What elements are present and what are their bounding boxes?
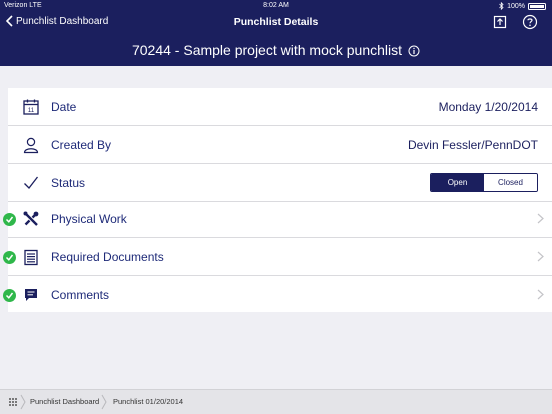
created-by-row: Created By Devin Fessler/PennDOT (8, 126, 552, 164)
breadcrumb: Punchlist Dashboard Punchlist 01/20/2014 (0, 389, 552, 414)
breadcrumb-item-dashboard[interactable]: Punchlist Dashboard (30, 397, 99, 406)
section-row-physical-work[interactable]: Physical Work (3, 200, 552, 238)
battery-indicator: 100% (499, 2, 546, 10)
breadcrumb-item-punchlist[interactable]: Punchlist 01/20/2014 (113, 397, 183, 406)
project-title: 70244 - Sample project with mock punchli… (131, 42, 403, 58)
status-row: Status Open Closed (8, 164, 552, 202)
details-card: 11 Date Monday 1/20/2014 Created By Devi… (3, 88, 552, 314)
section-row-comments[interactable]: Comments (3, 276, 552, 314)
status-open-option[interactable]: Open (431, 174, 484, 191)
section-label: Comments (51, 288, 110, 302)
created-by-value: Devin Fessler/PennDOT (407, 138, 538, 152)
section-row-required-documents[interactable]: Required Documents (3, 238, 552, 276)
status-segmented-control: Open Closed (430, 173, 538, 192)
chevron-right-icon (537, 289, 544, 300)
project-bar: 70244 - Sample project with mock punchli… (0, 34, 552, 66)
grid-menu-icon[interactable] (8, 397, 18, 407)
document-icon (22, 248, 40, 266)
battery-percent: 100% (507, 2, 525, 10)
battery-icon (528, 2, 546, 10)
date-row: 11 Date Monday 1/20/2014 (8, 88, 552, 126)
checkmark-icon (22, 174, 40, 192)
page-title: Punchlist Details (233, 16, 319, 28)
comment-icon (22, 286, 40, 304)
status-closed-option[interactable]: Closed (484, 174, 537, 191)
complete-check-icon (3, 251, 16, 264)
complete-check-icon (3, 289, 16, 302)
breadcrumb-separator-icon (20, 394, 26, 410)
upload-icon[interactable] (492, 14, 508, 30)
nav-bar: Punchlist Dashboard Punchlist Details (0, 12, 552, 34)
section-label: Physical Work (51, 212, 127, 226)
help-icon[interactable] (522, 14, 538, 30)
nav-actions (492, 14, 538, 30)
person-icon (22, 136, 40, 154)
app-header: Verizon LTE 8:02 AM 100% Punchlist Dashb… (0, 0, 552, 66)
created-by-label: Created By (51, 138, 112, 152)
complete-check-icon (3, 213, 16, 226)
clock: 8:02 AM (263, 2, 289, 9)
calendar-icon: 11 (22, 98, 40, 116)
section-label: Required Documents (51, 250, 164, 264)
chevron-right-icon (537, 251, 544, 262)
status-label: Status (51, 176, 86, 190)
status-bar: Verizon LTE 8:02 AM 100% (0, 0, 552, 12)
tools-icon (22, 210, 40, 228)
date-value[interactable]: Monday 1/20/2014 (439, 100, 538, 114)
svg-text:11: 11 (28, 108, 35, 114)
chevron-right-icon (537, 213, 544, 224)
breadcrumb-separator-icon (101, 394, 107, 410)
bluetooth-icon (499, 2, 504, 10)
info-icon[interactable] (408, 44, 420, 57)
date-label: Date (51, 100, 77, 114)
